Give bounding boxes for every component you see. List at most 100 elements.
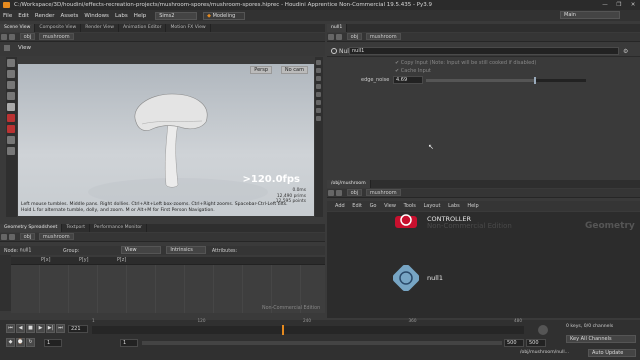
col-pz[interactable]: P[z] (117, 257, 126, 265)
path-context[interactable]: obj (19, 33, 36, 40)
controller-node-label[interactable]: CONTROLLER (427, 215, 471, 223)
light-icon[interactable] (316, 84, 321, 89)
menu-help[interactable]: Help (131, 11, 150, 22)
cache-input-checkbox[interactable]: ✔ (395, 68, 399, 74)
back-arrow-icon[interactable] (328, 189, 334, 196)
camera-icon[interactable] (316, 76, 321, 81)
controller-node-icon[interactable] (393, 212, 419, 232)
key-all-channels-button[interactable]: Key All Channels (566, 335, 636, 343)
minimize-button[interactable]: — (598, 0, 612, 10)
net-menu-go[interactable]: Go (370, 203, 377, 209)
auto-update-select[interactable]: Auto Update (588, 349, 636, 357)
loop-icon[interactable]: ↻ (26, 338, 35, 347)
node-value[interactable]: null1 (20, 249, 32, 254)
net-menu-layout[interactable]: Layout (423, 203, 440, 209)
net-menu-help[interactable]: Help (467, 203, 478, 209)
net-menu-add[interactable]: Add (335, 203, 345, 209)
edge-noise-slider[interactable] (426, 77, 586, 84)
range-slider[interactable] (142, 341, 502, 345)
stop-button[interactable]: ■ (26, 324, 35, 333)
forward-arrow-icon[interactable] (336, 189, 342, 196)
col-px[interactable]: P[x] (41, 257, 50, 265)
shading-icon[interactable] (316, 68, 321, 73)
back-arrow-icon[interactable] (1, 233, 7, 240)
view-select[interactable]: View (120, 246, 161, 254)
tab-scene-view[interactable]: Scene View (0, 24, 36, 32)
tab-geometry-spreadsheet[interactable]: Geometry Spreadsheet (0, 224, 63, 232)
node-name-field[interactable]: null1 (349, 47, 619, 55)
path-node[interactable]: mushroom (38, 33, 74, 40)
handle-icon[interactable] (7, 136, 15, 144)
play-button[interactable]: ▶ (36, 324, 45, 333)
path-context[interactable]: obj (346, 189, 363, 196)
transform-tool-icon[interactable] (7, 70, 15, 78)
key-icon[interactable]: ◆ (6, 338, 15, 347)
timeline-track[interactable] (92, 325, 524, 335)
close-button[interactable]: ✕ (626, 0, 640, 10)
forward-arrow-icon[interactable] (9, 33, 15, 40)
desktop-select[interactable]: Sims2 (155, 11, 198, 20)
menu-assets[interactable]: Assets (57, 11, 81, 22)
menu-windows[interactable]: Windows (81, 11, 112, 22)
tab-animation-editor[interactable]: Animation Editor (119, 24, 167, 32)
points-icon[interactable] (316, 116, 321, 121)
forward-arrow-icon[interactable] (336, 33, 342, 40)
tab-performance-monitor[interactable]: Performance Monitor (90, 224, 148, 232)
col-py[interactable]: P[y] (79, 257, 88, 265)
magnet-icon[interactable] (7, 125, 15, 133)
range-end-field[interactable]: 500 (504, 339, 524, 347)
tab-obj-mushroom[interactable]: /obj/mushroom (327, 180, 371, 188)
maximize-button[interactable]: ❐ (612, 0, 626, 10)
net-menu-edit[interactable]: Edit (352, 203, 362, 209)
range-start-field[interactable]: 1 (44, 339, 62, 347)
path-context[interactable]: obj (19, 233, 36, 240)
range-end2-field[interactable]: 500 (526, 339, 546, 347)
pose-icon[interactable] (7, 147, 15, 155)
realtime-icon[interactable]: ⌚ (16, 338, 25, 347)
edge-noise-handle[interactable] (533, 77, 536, 84)
desktop-main-select[interactable]: Main (560, 11, 620, 19)
path-context[interactable]: obj (346, 33, 363, 40)
3d-viewport[interactable]: Persp No cam >120.0fps 0.0ms 12,490 prim… (18, 64, 314, 216)
edge-noise-field[interactable]: 4.69 (393, 76, 423, 84)
back-arrow-icon[interactable] (328, 33, 334, 40)
menu-file[interactable]: File (0, 11, 15, 22)
tab-composite-view[interactable]: Composite View (35, 24, 82, 32)
playhead[interactable] (282, 325, 285, 335)
intrinsics-select[interactable]: Intrinsics (166, 246, 207, 254)
grid-icon[interactable] (316, 92, 321, 97)
network-canvas[interactable]: Non-Commercial Edition Geometry CONTROLL… (327, 212, 640, 318)
current-frame-field[interactable]: 221 (68, 325, 88, 333)
tab-null1[interactable]: null1 (327, 24, 348, 32)
back-arrow-icon[interactable] (1, 33, 7, 40)
tab-motion-fx-view[interactable]: Motion FX View (166, 24, 211, 32)
snap-icon[interactable] (7, 114, 15, 122)
tab-textport[interactable]: Textport (62, 224, 91, 232)
ghost-icon[interactable] (316, 100, 321, 105)
wire-icon[interactable] (316, 108, 321, 113)
audio-icon[interactable] (538, 325, 548, 335)
display-icon[interactable] (316, 60, 321, 65)
jump-start-button[interactable]: ⏮ (6, 324, 15, 333)
net-menu-tools[interactable]: Tools (404, 203, 416, 209)
step-forward-button[interactable]: ▶| (46, 324, 55, 333)
path-node[interactable]: mushroom (38, 233, 74, 240)
copy-input-checkbox[interactable]: ✔ (395, 60, 399, 66)
select-tool-icon[interactable] (7, 59, 15, 67)
forward-arrow-icon[interactable] (9, 233, 15, 240)
range-start2-field[interactable]: 1 (120, 339, 138, 347)
shelf-select[interactable]: ◆ Modeling (203, 11, 246, 20)
menu-labs[interactable]: Labs (112, 11, 131, 22)
path-node[interactable]: mushroom (365, 189, 401, 196)
step-back-button[interactable]: ◀ (16, 324, 25, 333)
lock-icon[interactable] (7, 103, 15, 111)
net-menu-labs[interactable]: Labs (448, 203, 460, 209)
scale-tool-icon[interactable] (7, 92, 15, 100)
rotate-tool-icon[interactable] (7, 81, 15, 89)
gear-icon[interactable]: ⚙ (623, 48, 628, 55)
tab-render-view[interactable]: Render View (81, 24, 119, 32)
null1-node-label[interactable]: null1 (427, 274, 443, 282)
path-node[interactable]: mushroom (365, 33, 401, 40)
net-menu-view[interactable]: View (384, 203, 396, 209)
null1-node-icon[interactable] (393, 265, 419, 291)
